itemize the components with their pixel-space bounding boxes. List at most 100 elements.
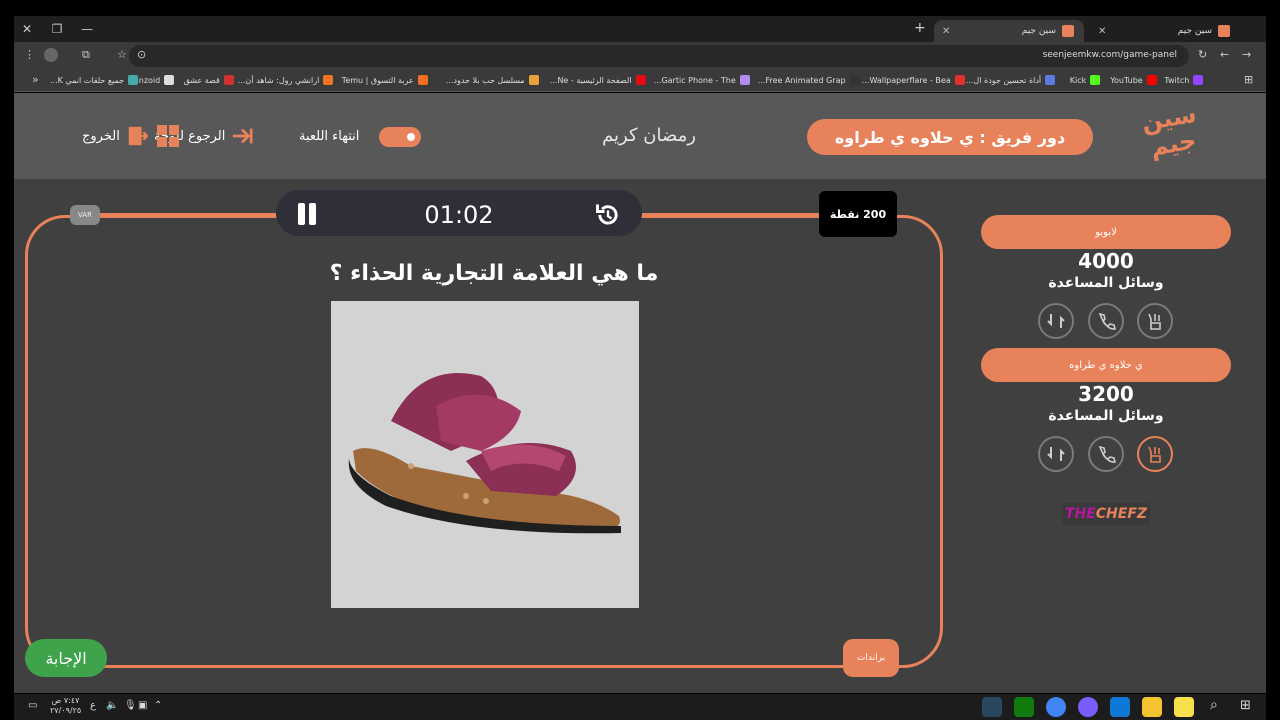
bookmark-item[interactable]: مسلسل حب بلا حدود...: [446, 75, 539, 85]
tab-active[interactable]: ✕ سين جيم: [934, 20, 1084, 42]
bookmark-item[interactable]: أداة تحسين جودة ال...: [965, 75, 1056, 85]
minimize-window-icon[interactable]: —: [74, 16, 100, 42]
apps-grid-icon[interactable]: ⊞: [1244, 73, 1253, 86]
team-1-swap-icon[interactable]: [1038, 303, 1074, 339]
player-name: رمضان كريم: [602, 125, 696, 146]
search-icon[interactable]: ⌕: [1210, 697, 1218, 713]
bookmark-favicon-icon: [323, 75, 334, 85]
bookmark-favicon-icon: [417, 75, 428, 85]
bookmark-favicon-icon: [1045, 75, 1056, 85]
bookmark-label: ارانشي رول: شاهد أن...: [237, 75, 320, 85]
bookmark-favicon-icon: [1146, 75, 1157, 85]
volume-icon[interactable]: 🔈: [106, 700, 118, 711]
team-1-call-icon[interactable]: [1088, 303, 1124, 339]
forward-arrow-icon[interactable]: →: [1242, 48, 1251, 61]
board-timer-line: [642, 213, 820, 216]
bookmark-favicon-icon: [128, 75, 139, 85]
restore-window-icon[interactable]: ❐: [44, 16, 70, 42]
new-tab-button[interactable]: +: [914, 20, 926, 36]
bookmark-item[interactable]: عربة التسوق | Temu: [342, 75, 428, 85]
bookmark-label: أداة تحسين جودة ال...: [965, 75, 1042, 85]
input-language[interactable]: ع: [90, 700, 96, 711]
sticky-notes-icon[interactable]: [1174, 697, 1194, 717]
site-favicon-icon: [1218, 25, 1230, 37]
bookmark-item[interactable]: YouTube: [1110, 75, 1157, 85]
team-2-score: 3200: [1078, 382, 1134, 406]
bookmark-item[interactable]: Wallpaperflare - Bea...: [862, 75, 965, 85]
bookmark-label: Gartic Phone - The...: [653, 75, 736, 85]
team-2-name: ي حلاوه ي طراوه: [981, 348, 1231, 382]
question-text: ما هي العلامة التجارية الحذاء ؟: [329, 261, 659, 286]
bookmark-item[interactable]: ارانشي رول: شاهد أن...: [238, 75, 334, 85]
more-bookmarks-icon[interactable]: »: [32, 73, 39, 86]
menu-dots-icon[interactable]: ⋮: [24, 48, 35, 61]
bookmark-item[interactable]: Twitch: [1164, 75, 1204, 85]
var-chip[interactable]: VAR: [70, 205, 100, 225]
tray-expand-icon[interactable]: ⌃: [154, 700, 162, 711]
notification-icon[interactable]: ▭: [28, 700, 37, 711]
seenjeem-logo: سين جيم: [1139, 99, 1199, 162]
sponsor-part1: THE: [1064, 506, 1096, 522]
start-windows-icon[interactable]: ⊞: [1240, 698, 1251, 713]
team-2-hand-icon[interactable]: [1137, 436, 1173, 472]
microphone-icon[interactable]: 🎙: [124, 700, 137, 711]
bookmarks-bar: » ⊞ Twitch YouTube Kick أداة تحسين جودة ال.…: [14, 70, 1266, 92]
reset-timer-icon[interactable]: [594, 201, 622, 229]
team-2-help-label: وسائل المساعدة: [1048, 408, 1164, 424]
screen: ✕ ❐ — + ✕ سين جيم ✕ سين جيم ⋮ ⧉ ☆ ⊙ seen…: [0, 0, 1280, 720]
timer-display: 01:02: [424, 201, 494, 229]
address-bar[interactable]: ☆ ⊙ seenjeemkw.com/game-panel: [117, 45, 1189, 67]
xbox-app-icon[interactable]: [1014, 697, 1034, 717]
bookmark-star-icon[interactable]: ☆: [117, 48, 127, 61]
close-tab-icon[interactable]: ✕: [942, 26, 950, 37]
bookmark-favicon-icon: [1090, 75, 1101, 85]
team-1-hand-icon[interactable]: [1137, 303, 1173, 339]
exit-door-icon: [128, 126, 148, 146]
bookmark-label: Kick: [1069, 75, 1087, 85]
google-lens-icon[interactable]: ⊙: [137, 48, 146, 61]
bookmark-item[interactable]: Kick: [1070, 75, 1101, 85]
chrome-app-icon[interactable]: [1046, 697, 1066, 717]
exit-button[interactable]: الخروج: [82, 124, 148, 148]
team-2-call-icon[interactable]: [1088, 436, 1124, 472]
close-tab-icon[interactable]: ✕: [1098, 26, 1106, 37]
pause-icon[interactable]: [296, 203, 318, 225]
bookmark-item[interactable]: جميع حلقات انمي K...: [50, 75, 139, 85]
browser-app-icon[interactable]: [1078, 697, 1098, 717]
network-icon[interactable]: ▣: [138, 700, 147, 711]
profile-avatar[interactable]: [44, 48, 58, 62]
bookmark-item[interactable]: Gartic Phone - The...: [654, 75, 750, 85]
sponsor-part2: CHEFZ: [1095, 506, 1148, 522]
bookmark-favicon-icon: [223, 75, 234, 85]
back-arrow-icon[interactable]: ←: [1220, 48, 1229, 61]
bookmark-label: الصفحة الرئيسية - Ne...: [549, 75, 632, 85]
bookmark-item[interactable]: قصة عشق: [184, 75, 234, 85]
bookmark-item[interactable]: Free Animated Grap...: [758, 75, 860, 85]
url-text: seenjeemkw.com/game-panel: [1042, 50, 1177, 60]
steam-app-icon[interactable]: [982, 697, 1002, 717]
bookmark-label: مسلسل حب بلا حدود...: [445, 75, 525, 85]
bookmark-item[interactable]: الصفحة الرئيسية - Ne...: [550, 75, 646, 85]
clock-time: ٧:٤٧ ص: [51, 696, 80, 705]
reload-icon[interactable]: ↻: [1198, 48, 1207, 61]
site-favicon-icon: [1062, 25, 1074, 37]
browser-tab-strip: ✕ ❐ — + ✕ سين جيم ✕ سين جيم: [14, 16, 1266, 42]
close-window-icon[interactable]: ✕: [14, 16, 40, 42]
game-panel-page: سين جيم دور فريق : ي حلاوه ي طراوه رمضان …: [14, 93, 1266, 693]
clock[interactable]: ٧:٤٧ ص ٢٧/٠٩/٢٥: [50, 696, 81, 716]
turn-indicator: دور فريق : ي حلاوه ي طراوه: [807, 119, 1093, 155]
bookmark-label: YouTube: [1110, 75, 1143, 85]
team-2-swap-icon[interactable]: [1038, 436, 1074, 472]
show-answer-button[interactable]: الإجابة: [25, 639, 107, 677]
bookmark-favicon-icon: [954, 75, 965, 85]
exit-label: الخروج: [82, 128, 120, 144]
bookmark-favicon-icon: [849, 75, 860, 85]
extensions-icon[interactable]: ⧉: [82, 48, 90, 62]
end-game-button[interactable]: انتهاء اللعبة: [299, 124, 359, 148]
file-explorer-icon[interactable]: [1142, 697, 1162, 717]
store-app-icon[interactable]: [1110, 697, 1130, 717]
end-game-label: انتهاء اللعبة: [299, 128, 360, 144]
end-game-toggle[interactable]: [379, 127, 421, 147]
tab-inactive[interactable]: ✕ سين جيم: [1090, 20, 1240, 42]
browser-toolbar: ⋮ ⧉ ☆ ⊙ seenjeemkw.com/game-panel ↻ ← →: [14, 42, 1266, 70]
